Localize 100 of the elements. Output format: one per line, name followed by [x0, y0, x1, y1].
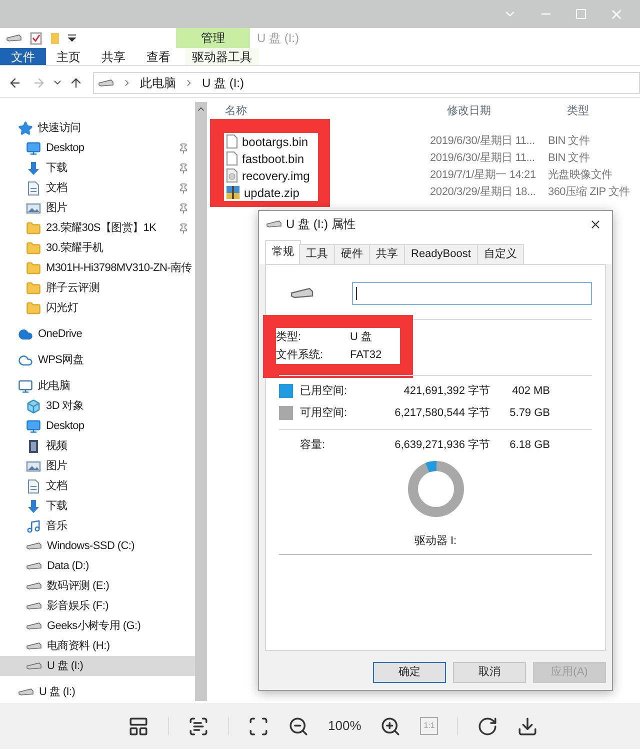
nav-label: Windows-SSD (C:)	[47, 538, 136, 554]
dialog-tab[interactable]: 工具	[299, 244, 335, 264]
folder-icon	[26, 240, 41, 256]
space-size: 5.79 GB	[508, 406, 550, 421]
file-name[interactable]: bootargs.bin	[242, 132, 308, 150]
nav-label: 图片	[46, 200, 68, 216]
drive-icon	[26, 622, 42, 630]
nav-label: 闪光灯	[46, 300, 80, 316]
download-icon[interactable]	[517, 716, 538, 736]
text-scan-icon[interactable]	[188, 716, 209, 736]
nav-label: 音乐	[46, 518, 68, 534]
nav-item[interactable]: U 盘 (I:)	[0, 682, 195, 701]
up-icon[interactable]	[69, 76, 83, 90]
document-icon	[26, 478, 41, 494]
name-field[interactable]	[352, 282, 592, 304]
nav-label: U 盘 (I:)	[39, 684, 76, 700]
nav-item[interactable]: 下载	[0, 496, 195, 516]
nav-item[interactable]: 23.荣耀30S【图赏】1K	[0, 218, 195, 238]
nav-item[interactable]: 文档	[0, 476, 195, 496]
column-header[interactable]: 名称	[210, 102, 447, 119]
dialog-tab[interactable]: ReadyBoost	[404, 244, 478, 264]
scrollbar[interactable]	[195, 102, 207, 701]
zoom-in-icon[interactable]	[380, 716, 402, 736]
nav-label: 视频	[46, 438, 68, 454]
nav-item[interactable]: 音乐	[0, 516, 195, 536]
back-icon[interactable]	[8, 76, 22, 90]
ribbon-tab[interactable]: 查看	[136, 48, 181, 65]
nav-label: 下载	[46, 498, 68, 514]
file-name[interactable]: recovery.img	[242, 166, 310, 184]
nav-item[interactable]: 下载	[0, 158, 195, 178]
monitor-icon	[26, 418, 41, 434]
nav-item[interactable]: 文档	[0, 178, 195, 198]
dialog-button[interactable]: 确定	[373, 662, 446, 683]
fit-screen-icon[interactable]	[248, 716, 269, 736]
ribbon-tab[interactable]: 主页	[46, 48, 91, 65]
picture-icon	[26, 458, 41, 474]
file-date: 2019/6/30/星期日 11...	[430, 151, 536, 166]
nav-item[interactable]: Windows-SSD (C:)	[0, 536, 195, 556]
nav-item[interactable]: 30.荣耀手机	[0, 238, 195, 258]
dialog-button[interactable]: 取消	[453, 662, 526, 683]
drive-icon	[26, 602, 42, 610]
file-name[interactable]: fastboot.bin	[242, 150, 304, 168]
ribbon-tab[interactable]: 文件	[0, 48, 46, 65]
nav-item[interactable]: M301H-Hi3798MV310-ZN-南传	[0, 258, 195, 278]
nav-label: 电商资料 (H:)	[47, 638, 111, 654]
breadcrumb[interactable]: U 盘 (I:)	[202, 74, 244, 92]
nav-label: Geeks小树专用 (G:)	[47, 618, 142, 634]
file-type: 360压缩 ZIP 文件	[548, 184, 630, 200]
cloud-icon	[18, 352, 33, 368]
dropdown-caret-icon[interactable]	[68, 34, 76, 42]
rotate-icon[interactable]	[477, 716, 498, 736]
dialog-tab[interactable]: 共享	[369, 244, 405, 264]
dialog-tab[interactable]: 常规	[265, 240, 301, 264]
nav-item[interactable]: Desktop	[0, 416, 195, 436]
nav-item[interactable]: 此电脑	[0, 376, 195, 396]
nav-item[interactable]: 闪光灯	[0, 298, 195, 318]
close-icon[interactable]	[589, 218, 602, 230]
drive-label: 驱动器 I:	[414, 534, 457, 549]
nav-label: M301H-Hi3798MV310-ZN-南传	[46, 260, 192, 276]
info-value: U 盘	[350, 330, 372, 345]
folder-icon	[26, 220, 41, 236]
column-header[interactable]: 修改日期	[447, 102, 567, 119]
nav-item[interactable]: 影音娱乐 (F:)	[0, 596, 195, 616]
nav-item[interactable]: 图片	[0, 456, 195, 476]
info-value: FAT32	[350, 348, 382, 363]
cube-icon	[26, 398, 41, 414]
breadcrumb[interactable]: 此电脑	[140, 74, 176, 92]
nav-item[interactable]: Geeks小树专用 (G:)	[0, 616, 195, 636]
nav-item[interactable]: WPS网盘	[0, 350, 195, 370]
ribbon-tab[interactable]: 驱动器工具	[185, 48, 259, 65]
file-type: 光盘映像文件	[548, 168, 612, 184]
dialog-tab[interactable]: 自定义	[476, 244, 524, 264]
nav-item[interactable]: 图片	[0, 198, 195, 218]
nav-item[interactable]: U 盘 (I:)	[0, 656, 195, 676]
space-size: 402 MB	[511, 384, 550, 399]
nav-item[interactable]: 电商资料 (H:)	[0, 636, 195, 656]
drive-icon	[26, 542, 42, 550]
dialog-tab[interactable]: 硬件	[334, 244, 370, 264]
address-bar[interactable]: 此电脑 U 盘 (I:)	[93, 72, 640, 94]
nav-item[interactable]: Desktop	[0, 138, 195, 158]
zoom-out-icon[interactable]	[288, 716, 309, 736]
file-date: 2019/6/30/星期日 11...	[430, 134, 536, 150]
nav-label: 30.荣耀手机	[46, 240, 104, 256]
nav-item[interactable]: 数码评测 (E:)	[0, 576, 195, 596]
column-header[interactable]: 类型	[567, 102, 589, 119]
nav-label: 文档	[46, 180, 68, 196]
document-icon	[26, 180, 41, 196]
nav-label: Desktop	[46, 140, 86, 156]
nav-item[interactable]: 胖子云评测	[0, 278, 195, 298]
layout-icon[interactable]	[128, 716, 149, 736]
ribbon-tab[interactable]: 共享	[91, 48, 136, 65]
nav-item[interactable]: 快速访问	[0, 118, 195, 138]
nav-item[interactable]: OneDrive	[0, 324, 195, 344]
checklist-icon[interactable]	[30, 32, 42, 44]
nav-item[interactable]: 3D 对象	[0, 396, 195, 416]
nav-item[interactable]: 视频	[0, 436, 195, 456]
nav-item[interactable]: Data (D:)	[0, 556, 195, 576]
space-label: 可用空间:	[300, 406, 348, 421]
nav-label: 下载	[46, 160, 68, 176]
file-name[interactable]: update.zip	[244, 184, 300, 202]
